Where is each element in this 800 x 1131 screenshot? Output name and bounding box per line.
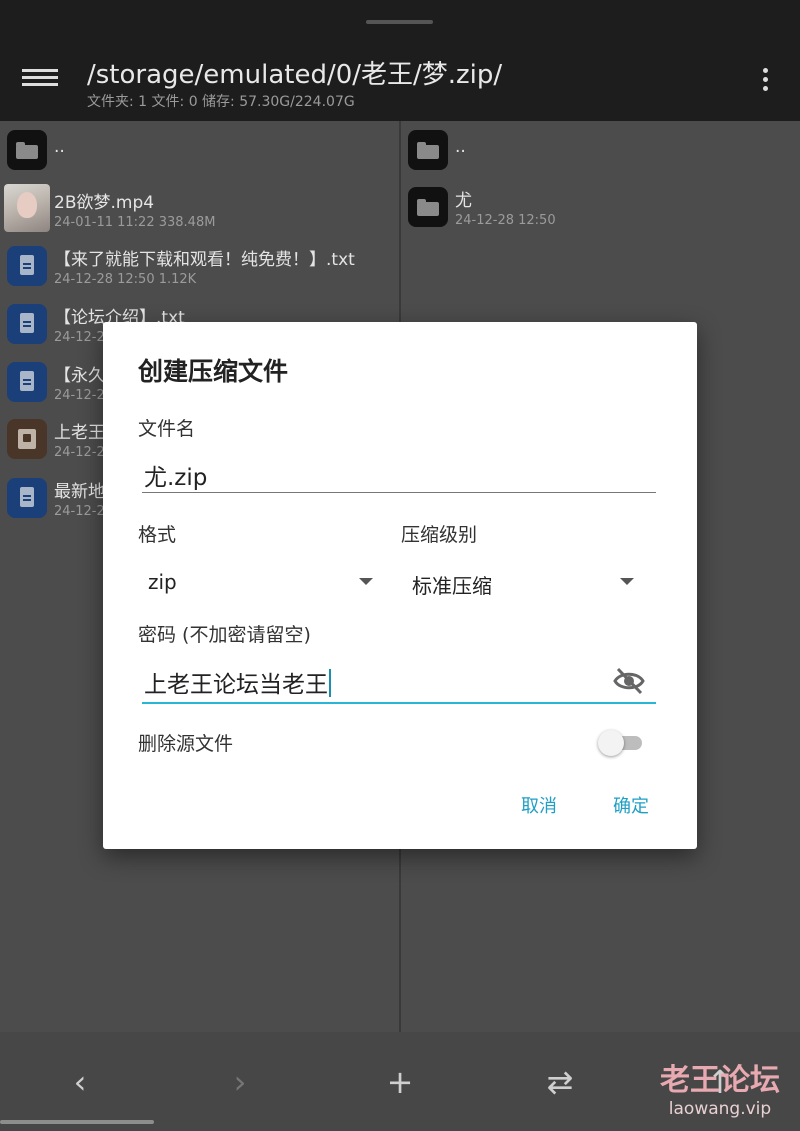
password-underline — [142, 702, 656, 704]
video-thumbnail — [4, 184, 50, 232]
archive-icon — [7, 419, 47, 459]
confirm-button[interactable]: 确定 — [613, 792, 649, 818]
document-icon — [7, 246, 47, 286]
compression-level-label: 压缩级别 — [401, 524, 478, 546]
document-icon — [7, 478, 47, 518]
watermark-url: laowang.vip — [668, 1099, 772, 1119]
document-icon — [7, 304, 47, 344]
document-icon — [7, 362, 47, 402]
folder-icon — [408, 130, 448, 170]
file-meta: 24-12-2 — [54, 388, 105, 403]
list-item[interactable]: 【来了就能下载和观看！纯免费！】.txt 24-12-28 12:50 1.12… — [0, 239, 399, 293]
format-label: 格式 — [138, 524, 177, 546]
file-meta: 24-12-2 — [54, 330, 105, 345]
file-name: .. — [455, 137, 466, 157]
folder-icon — [7, 130, 47, 170]
visibility-off-icon[interactable] — [612, 666, 646, 696]
more-options-icon[interactable] — [752, 66, 778, 94]
file-name: 最新地 — [54, 482, 105, 502]
file-meta: 24-12-2 — [54, 504, 105, 519]
file-name: .. — [54, 137, 65, 157]
password-input[interactable]: 上老王论坛当老王 — [144, 665, 331, 699]
storage-stats: 文件夹: 1 文件: 0 储存: 57.30G/224.07G — [87, 94, 355, 110]
dialog-title: 创建压缩文件 — [138, 357, 289, 386]
list-item-parent-dir[interactable]: .. — [401, 123, 800, 177]
compression-level-dropdown-icon[interactable] — [620, 578, 634, 585]
watermark-title: 老王论坛 — [660, 1063, 780, 1098]
file-meta: 24-12-28 12:50 1.12K — [54, 272, 197, 287]
format-select[interactable]: zip — [148, 570, 177, 594]
password-value: 上老王论坛当老王 — [144, 672, 328, 698]
back-icon[interactable]: ‹ — [50, 1052, 110, 1112]
current-path: /storage/emulated/0/老王/梦.zip/ — [87, 60, 503, 90]
file-meta: 24-12-28 12:50 — [455, 213, 556, 228]
filename-label: 文件名 — [138, 418, 196, 440]
hamburger-menu-icon[interactable] — [22, 66, 58, 94]
filename-underline — [142, 492, 656, 493]
create-archive-dialog: 创建压缩文件 文件名 尤.zip 格式 zip 压缩级别 标准压缩 密码 (不加… — [103, 322, 697, 849]
format-dropdown-icon[interactable] — [359, 578, 373, 585]
swap-panes-icon[interactable]: ⇄ — [530, 1052, 590, 1112]
file-meta: 24-12-2 — [54, 445, 105, 460]
watermark: 老王论坛 laowang.vip — [656, 1063, 784, 1119]
file-name: 【来了就能下载和观看！纯免费！】.txt — [54, 250, 355, 270]
delete-source-toggle[interactable] — [598, 727, 646, 757]
file-name: 上老王 — [54, 423, 105, 443]
filename-input[interactable]: 尤.zip — [144, 458, 207, 492]
text-cursor — [329, 669, 331, 697]
list-item-parent-dir[interactable]: .. — [0, 123, 399, 177]
drag-handle[interactable] — [366, 20, 433, 24]
add-icon[interactable]: + — [370, 1052, 430, 1112]
toggle-knob — [598, 730, 624, 756]
app-bar: /storage/emulated/0/老王/梦.zip/ 文件夹: 1 文件:… — [0, 0, 800, 121]
cancel-button[interactable]: 取消 — [521, 792, 557, 818]
folder-icon — [408, 187, 448, 227]
scrollbar[interactable] — [0, 1120, 154, 1124]
file-name: 尤 — [455, 191, 472, 211]
list-item[interactable]: 尤 24-12-28 12:50 — [401, 180, 800, 234]
file-name: 2B欲梦.mp4 — [54, 193, 155, 213]
list-item[interactable]: 2B欲梦.mp4 24-01-11 11:22 338.48M — [0, 182, 399, 236]
compression-level-select[interactable]: 标准压缩 — [412, 570, 492, 599]
delete-source-label: 删除源文件 — [138, 733, 234, 755]
password-label: 密码 (不加密请留空) — [138, 624, 311, 646]
forward-icon[interactable]: › — [210, 1052, 270, 1112]
file-meta: 24-01-11 11:22 338.48M — [54, 215, 216, 230]
